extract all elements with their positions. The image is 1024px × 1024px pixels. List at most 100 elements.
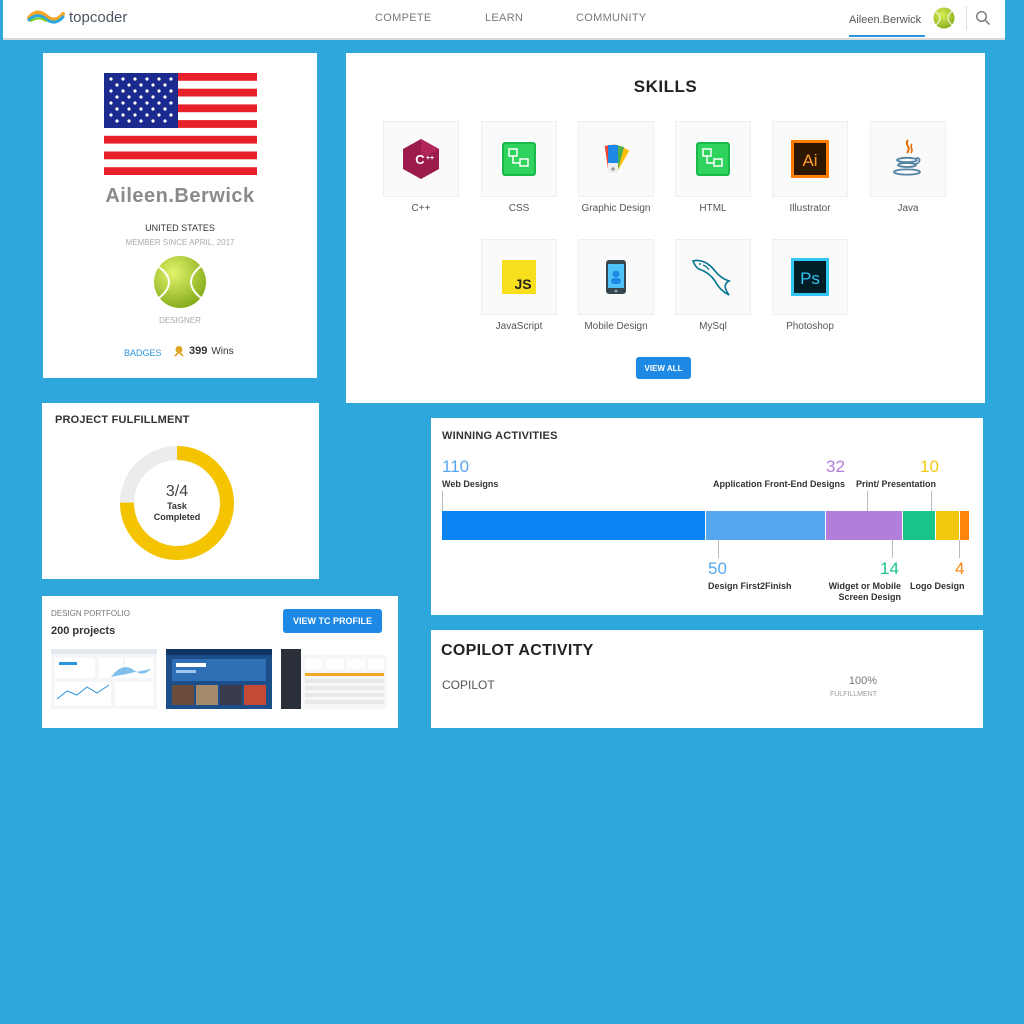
skill-mysql[interactable]: MySql	[675, 239, 751, 332]
wins-count: 399	[189, 345, 208, 357]
tick-first2finish	[718, 540, 719, 558]
svg-text:Ai: Ai	[802, 151, 817, 170]
javascript-icon: JS	[502, 260, 536, 294]
graphic-design-icon	[604, 144, 630, 173]
portfolio-count: 200 projects	[51, 625, 116, 637]
front-end-designs-label: Application Front-End Designs	[713, 479, 845, 489]
skill-illustrator[interactable]: Ai Illustrator	[772, 121, 848, 214]
us-flag-icon	[104, 73, 257, 175]
bar-segment-2	[826, 511, 903, 540]
project-fulfillment-card: PROJECT FULFILLMENT 3/4 Task Completed	[42, 403, 319, 579]
mysql-icon	[691, 259, 732, 296]
portfolio-thumbnail[interactable]	[166, 649, 272, 709]
skill-mobile-design[interactable]: Mobile Design	[578, 239, 654, 332]
tick-print	[931, 491, 932, 511]
illustrator-icon: Ai	[791, 140, 829, 178]
copilot-activity-card: COPILOT ACTIVITY COPILOT 100% FULFILLMEN…	[431, 630, 983, 728]
design-portfolio-card: DESIGN PORTFOLIO 200 projects VIEW TC PR…	[42, 596, 398, 728]
skill-photoshop[interactable]: Ps Photoshop	[772, 239, 848, 332]
skill-label: Graphic Design	[581, 203, 651, 214]
bar-segment-3	[902, 511, 937, 540]
html-icon	[696, 142, 730, 176]
tick-web-designs	[442, 491, 443, 511]
trophy-icon	[174, 346, 184, 357]
skill-label: MySql	[699, 321, 727, 332]
skill-java[interactable]: Java	[870, 121, 946, 214]
skill-cpp[interactable]: C ++ C++	[383, 121, 459, 214]
skill-css[interactable]: CSS	[481, 121, 557, 214]
badges-link[interactable]: BADGES	[124, 348, 162, 358]
profile-handle: Aileen.Berwick	[105, 185, 255, 207]
profile-card: Aileen.Berwick UNITED STATES MEMBER SINC…	[43, 53, 317, 378]
user-avatar-icon[interactable]	[933, 7, 955, 29]
top-navigation-bar: topcoder COMPETE LEARN COMMUNITY Aileen.…	[3, 0, 1005, 40]
skill-label: Photoshop	[786, 321, 834, 332]
tick-front-end	[867, 491, 868, 511]
skill-label: HTML	[699, 203, 727, 214]
winning-activities-bar	[442, 511, 970, 540]
designer-rank-icon	[154, 256, 206, 308]
nav-divider	[966, 6, 967, 30]
skills-card: SKILLS C ++ C++ CSS Graphic Design HTML …	[346, 53, 985, 403]
bar-segment-1	[706, 511, 826, 540]
search-icon[interactable]	[975, 10, 991, 26]
user-menu-name[interactable]: Aileen.Berwick	[849, 14, 921, 26]
skill-label: Java	[897, 203, 919, 214]
mobile-design-icon	[606, 260, 626, 294]
skill-javascript[interactable]: JS JavaScript	[481, 239, 557, 332]
tick-logo	[959, 540, 960, 558]
portfolio-label: DESIGN PORTFOLIO	[51, 609, 130, 618]
copilot-fulfillment-label: FULFILLMENT	[829, 691, 877, 698]
logo-design-count: 4	[955, 559, 965, 578]
widget-label-line2: Screen Design	[838, 592, 901, 602]
wins-summary: 399 Wins	[173, 345, 234, 357]
svg-text:++: ++	[426, 155, 434, 162]
web-designs-count: 110	[442, 457, 470, 476]
bar-segment-4	[936, 511, 961, 540]
nav-community[interactable]: COMMUNITY	[576, 12, 647, 24]
member-since: MEMBER SINCE APRIL, 2017	[125, 238, 235, 247]
svg-text:JS: JS	[514, 276, 531, 292]
fulfillment-value: 3/4	[165, 483, 189, 500]
bar-segment-0	[442, 511, 706, 540]
skill-label: Mobile Design	[584, 321, 648, 332]
java-icon	[893, 139, 921, 176]
widget-label-line1: Widget or Mobile	[828, 581, 901, 591]
profile-country: UNITED STATES	[145, 223, 215, 233]
web-designs-label: Web Designs	[442, 479, 499, 489]
widget-count: 14	[880, 559, 899, 578]
logo-design-label: Logo Design	[910, 581, 965, 591]
tick-widget	[892, 540, 893, 558]
bar-segment-5	[960, 511, 970, 540]
portfolio-thumbnail[interactable]	[51, 649, 157, 709]
donut-center-text: 3/4 Task Completed	[117, 483, 237, 523]
fulfillment-title: PROJECT FULFILLMENT	[55, 414, 190, 426]
svg-text:C: C	[415, 152, 425, 167]
skill-label: Illustrator	[789, 203, 831, 214]
skill-graphic-design[interactable]: Graphic Design	[578, 121, 654, 214]
copilot-percent: 100%	[848, 675, 877, 687]
photoshop-icon: Ps	[791, 258, 829, 296]
nav-compete[interactable]: COMPETE	[375, 12, 432, 24]
view-tc-profile-button[interactable]: VIEW TC PROFILE	[283, 609, 382, 633]
first2finish-count: 50	[708, 559, 727, 578]
view-all-skills-button[interactable]: VIEW ALL	[636, 357, 691, 379]
skill-html[interactable]: HTML	[675, 121, 751, 214]
front-end-designs-count: 32	[826, 457, 845, 476]
fulfillment-line2: Completed	[153, 512, 201, 522]
copilot-title: COPILOT ACTIVITY	[441, 642, 594, 659]
winning-title: WINNING ACTIVITIES	[442, 430, 558, 442]
css-icon	[502, 142, 536, 176]
logo-text: topcoder	[69, 8, 128, 26]
first2finish-label: Design First2Finish	[708, 581, 792, 591]
topcoder-logo[interactable]: topcoder	[27, 8, 127, 26]
nav-learn[interactable]: LEARN	[485, 12, 523, 24]
svg-text:Ps: Ps	[800, 269, 820, 288]
print-presentation-count: 10	[920, 457, 939, 476]
profile-role: DESIGNER	[159, 316, 201, 325]
fulfillment-line1: Task	[167, 501, 187, 511]
portfolio-thumbnail[interactable]	[281, 649, 387, 709]
winning-activities-card: WINNING ACTIVITIES 110 Web Designs 32 Ap…	[431, 418, 983, 615]
topcoder-logo-icon	[27, 10, 65, 24]
skill-label: JavaScript	[495, 321, 543, 332]
